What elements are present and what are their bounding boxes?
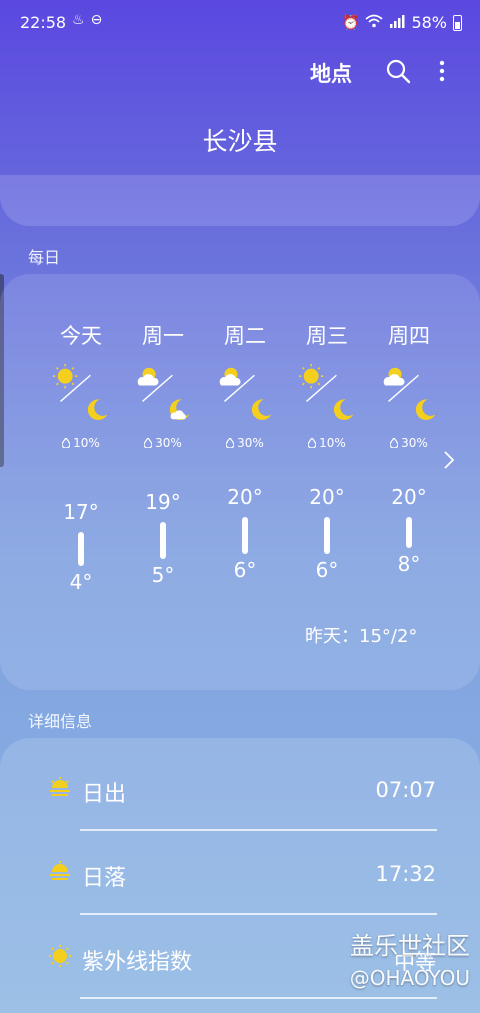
low-temp: 6°: [233, 558, 257, 582]
detail-value: 07:07: [375, 778, 436, 802]
partly-cloudy-icon-with-moon-icon: [383, 367, 436, 421]
day-name: 周二: [224, 324, 266, 348]
daily-forecast-card[interactable]: 今天 10% 17° 4° 周一 30% 19° 5° 周二 30% 20° 6° 周三 10% 20° 6°…: [0, 274, 480, 690]
day-name: 今天: [60, 324, 102, 348]
high-temp: 17°: [63, 500, 99, 524]
watermark-line1: 盖乐世社区: [350, 932, 470, 960]
watermark: 盖乐世社区 @OHAOYOU: [350, 930, 470, 994]
detail-label: 日出: [82, 782, 127, 807]
app-bar: 地点: [0, 50, 480, 94]
day-column[interactable]: 今天 10% 17° 4°: [40, 274, 122, 674]
day-column[interactable]: 周一 30% 19° 5°: [122, 274, 204, 674]
precipitation-chance: 10%: [40, 436, 122, 450]
more-options-icon[interactable]: [432, 58, 452, 84]
do-not-disturb-icon: ⊖: [90, 12, 103, 28]
raindrop-icon: [225, 436, 237, 450]
day-column[interactable]: 周二 30% 20° 6°: [204, 274, 286, 674]
precipitation-value: 30%: [401, 436, 428, 450]
precipitation-value: 30%: [237, 436, 264, 450]
high-temp: 20°: [391, 485, 427, 509]
low-temp: 4°: [69, 570, 93, 594]
watermark-line2: @OHAOYOU: [349, 966, 470, 990]
precipitation-value: 30%: [155, 436, 182, 450]
divider: [80, 997, 437, 999]
low-temp: 5°: [151, 563, 175, 587]
precipitation-chance: 10%: [286, 436, 368, 450]
chevron-right-icon[interactable]: [440, 449, 458, 471]
sun-icon-with-moon-icon: [299, 364, 354, 421]
day-name: 周一: [142, 324, 184, 348]
high-temp: 20°: [309, 485, 345, 509]
city-title: 长沙县: [202, 127, 278, 156]
battery-icon: [453, 14, 462, 31]
detail-row-sunrise[interactable]: 日出 07:07: [0, 750, 480, 834]
alarm-icon: ⏰: [342, 14, 360, 31]
day-column[interactable]: 周四 30% 20° 8°: [368, 274, 450, 674]
precipitation-chance: 30%: [122, 436, 204, 450]
location-button[interactable]: 地点: [310, 58, 352, 88]
divider: [80, 913, 437, 915]
high-temp: 19°: [145, 490, 181, 514]
detail-label: 日落: [82, 866, 127, 891]
detail-value: 17:32: [375, 862, 436, 886]
temperature-range-bar: [78, 532, 84, 566]
raindrop-icon: [143, 436, 155, 450]
precipitation-chance: 30%: [368, 436, 450, 450]
divider: [80, 829, 437, 831]
partly-cloudy-icon-with-moon-icon: [219, 367, 272, 421]
notification-icon: ♨: [72, 12, 85, 28]
daily-section-label: 每日: [28, 248, 61, 267]
status-time: 22:58: [20, 13, 67, 32]
precipitation-chance: 30%: [204, 436, 286, 450]
sun-icon-with-moon-icon: [53, 364, 108, 421]
temperature-range-bar: [324, 517, 330, 554]
yesterday-temps: 昨天：15°/2°: [305, 626, 418, 647]
current-weather-card[interactable]: [0, 175, 480, 226]
sunrise-icon: [50, 777, 70, 796]
raindrop-icon: [61, 436, 73, 450]
temperature-range-bar: [242, 517, 248, 554]
temperature-range-bar: [160, 522, 166, 559]
precipitation-value: 10%: [319, 436, 346, 450]
search-icon[interactable]: [385, 58, 411, 84]
battery-percent: 58%: [411, 13, 447, 32]
sunset-icon: [50, 861, 70, 880]
detail-label: 紫外线指数: [82, 950, 193, 975]
temperature-range-bar: [406, 517, 412, 548]
day-name: 周四: [388, 324, 430, 348]
day-column[interactable]: 周三 10% 20° 6°: [286, 274, 368, 674]
status-bar: 22:58 ♨ ⊖ ⏰ 58%: [0, 0, 480, 46]
raindrop-icon: [307, 436, 319, 450]
precipitation-value: 10%: [73, 436, 100, 450]
uv-icon: [49, 945, 71, 967]
low-temp: 8°: [397, 552, 421, 576]
details-section-label: 详细信息: [28, 712, 93, 731]
raindrop-icon: [389, 436, 401, 450]
signal-icon: [389, 14, 405, 32]
day-name: 周三: [306, 324, 348, 348]
low-temp: 6°: [315, 558, 339, 582]
partly-cloudy-icon-with-cloudy-moon-icon: [137, 367, 190, 421]
high-temp: 20°: [227, 485, 263, 509]
detail-row-sunset[interactable]: 日落 17:32: [0, 834, 480, 918]
wifi-icon: [365, 14, 384, 32]
